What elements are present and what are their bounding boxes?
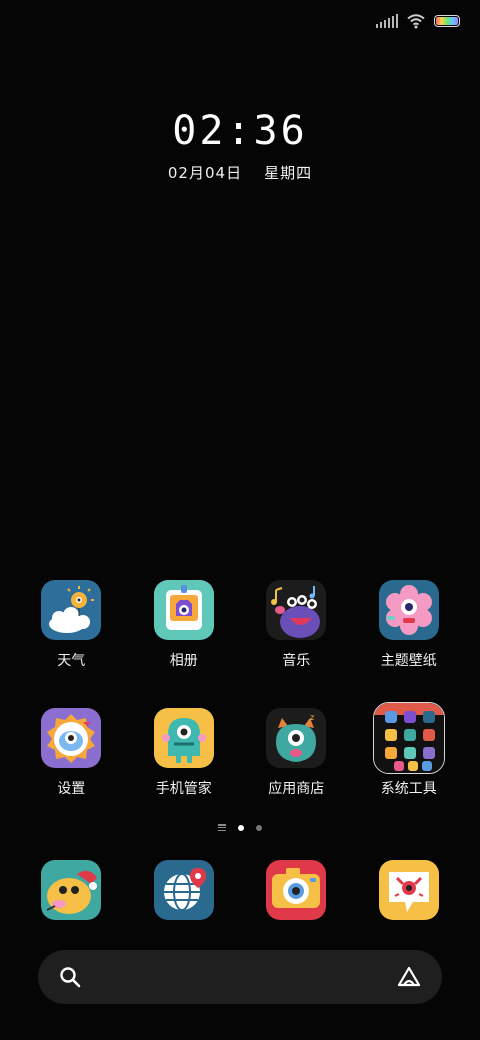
app-label: 音乐 [282, 653, 311, 669]
app-store-icon[interactable]: z [266, 708, 327, 768]
app-themes[interactable]: 主题壁纸 [353, 580, 466, 670]
app-settings[interactable]: 设置 [15, 708, 128, 798]
wifi-icon [407, 14, 425, 29]
app-label: 主题壁纸 [380, 653, 437, 669]
app-music[interactable]: 音乐 [240, 580, 353, 670]
app-gallery[interactable]: 相册 [128, 580, 241, 670]
page-menu-icon[interactable] [218, 824, 226, 831]
gallery-icon[interactable] [153, 580, 214, 640]
music-icon[interactable] [266, 580, 327, 640]
page-dot[interactable] [256, 824, 262, 831]
app-label: 系统工具 [380, 781, 437, 797]
app-label: 手机管家 [155, 781, 212, 797]
app-tools-folder[interactable]: 系统工具 [353, 702, 466, 798]
themes-icon[interactable] [378, 580, 439, 640]
messages-icon[interactable] [378, 860, 439, 920]
dock-messages[interactable] [353, 860, 466, 920]
dock-camera[interactable] [240, 860, 353, 920]
search-icon[interactable] [58, 965, 82, 989]
search-bar[interactable] [38, 950, 442, 1004]
tools-folder-icon[interactable] [372, 702, 445, 774]
phone-icon[interactable] [41, 860, 102, 920]
dock-phone[interactable] [15, 860, 128, 920]
app-app-store[interactable]: z 应用商店 [240, 708, 353, 798]
app-grid-row-1: 天气 相册 音乐 主题壁纸 [15, 580, 465, 670]
camera-icon[interactable] [266, 860, 327, 920]
weekday-text: 星期四 [264, 164, 313, 182]
settings-icon[interactable] [41, 708, 102, 768]
page-dot-current[interactable] [238, 824, 244, 831]
weather-icon[interactable] [41, 580, 102, 640]
date-line: 02月04日 星期四 [0, 162, 480, 183]
dock-browser[interactable] [128, 860, 241, 920]
clock-time: 02:36 [172, 108, 308, 154]
app-label: 应用商店 [268, 781, 325, 797]
app-grid-row-2: 设置 手机管家 z 应用商店 系统工具 [15, 702, 466, 798]
browser-icon[interactable] [153, 860, 214, 920]
signal-icon [376, 14, 398, 28]
app-label: 设置 [57, 781, 86, 797]
svg-text:z: z [310, 713, 314, 722]
app-label: 天气 [57, 653, 86, 669]
assistant-icon[interactable] [396, 965, 422, 989]
app-security[interactable]: 手机管家 [128, 708, 241, 798]
status-bar [376, 12, 460, 30]
app-weather[interactable]: 天气 [15, 580, 128, 670]
security-icon[interactable] [153, 708, 214, 768]
app-label: 相册 [169, 653, 198, 669]
battery-icon [434, 15, 460, 27]
date-text: 02月04日 [167, 164, 243, 182]
page-indicator[interactable] [0, 824, 480, 831]
dock [15, 860, 465, 920]
